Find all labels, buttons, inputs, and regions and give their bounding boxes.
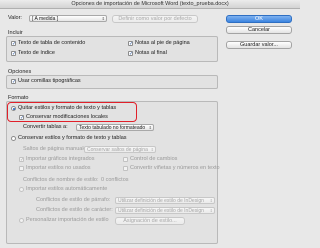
index-text-checkbox[interactable]: ✓ (11, 51, 16, 57)
manual-breaks-value: Conservar saltos de página (87, 147, 148, 153)
keep-styles-radio[interactable] (11, 136, 16, 141)
conflicts-label: Conflictos de nombre de estilo: (23, 177, 99, 183)
remove-styles-radio[interactable] (11, 106, 16, 111)
chevron-updown-icon: ⇕ (148, 125, 152, 130)
window-title: Opciones de importación de Microsoft Wor… (0, 0, 300, 9)
track-changes-label: Control de cambios (130, 156, 178, 162)
chevron-updown-icon: ⇕ (101, 16, 105, 21)
ok-button[interactable]: OK (226, 15, 292, 23)
chevron-updown-icon: ⇕ (209, 208, 213, 213)
manual-breaks-label: Saltos de página manuales: (23, 146, 91, 152)
curly-quotes-checkbox[interactable]: ✓ (11, 79, 16, 85)
toc-text-checkbox[interactable]: ✓ (11, 41, 16, 47)
preset-select[interactable]: [ A medida ] ⇕ (29, 15, 107, 22)
convert-bullets-checkbox[interactable] (123, 166, 128, 171)
keep-local-label: Conservar modificaciones locales (26, 114, 108, 120)
convert-tables-select[interactable]: Texto tabulado no formateado ⇕ (76, 124, 154, 131)
import-graphics-label: Importar gráficos integrados (26, 156, 95, 162)
style-assignment-button[interactable]: Asignación de estilo... (115, 217, 185, 225)
conflicts-value: 0 conflictos (101, 177, 129, 183)
auto-import-radio[interactable] (19, 187, 24, 192)
chevron-updown-icon: ⇕ (150, 147, 154, 152)
save-preset-button[interactable]: Guardar valor... (226, 41, 292, 49)
curly-quotes-label: Usar comillas tipográficas (18, 78, 81, 84)
preset-select-value: [ A medida ] (32, 16, 59, 22)
char-conflicts-label: Conflictos de estilo de carácter: (36, 207, 113, 213)
toc-text-label: Texto de tabla de contenido (18, 40, 86, 46)
endnotes-label: Notas al final (135, 50, 167, 56)
chevron-updown-icon: ⇕ (209, 198, 213, 203)
convert-bullets-label: Convertir viñetas y números en texto (130, 165, 220, 171)
para-conflicts-value: Utilizar definición de estilo de InDesig… (118, 198, 204, 204)
track-changes-checkbox[interactable] (123, 157, 128, 162)
index-text-label: Texto de índice (18, 50, 55, 56)
custom-import-radio[interactable] (19, 218, 24, 223)
remove-styles-label: Quitar estilos y formato de texto y tabl… (18, 105, 117, 111)
unused-styles-checkbox[interactable] (19, 166, 24, 171)
char-conflicts-select[interactable]: Utilizar definición de estilo de InDesig… (115, 207, 215, 214)
import-options-dialog: Valor: [ A medida ] ⇕ Definir como valor… (0, 9, 300, 248)
import-graphics-checkbox[interactable]: ✓ (19, 157, 24, 163)
preset-label: Valor: (8, 15, 22, 21)
custom-import-label: Personalizar importación de estilo (26, 217, 109, 223)
cancel-button[interactable]: Cancelar (226, 26, 292, 34)
endnotes-checkbox[interactable]: ✓ (128, 51, 133, 57)
footnotes-checkbox[interactable]: ✓ (128, 41, 133, 47)
unused-styles-label: Importar estilos no usados (26, 165, 91, 171)
footnotes-label: Notas al pie de página (135, 40, 190, 46)
convert-tables-value: Texto tabulado no formateado (79, 125, 146, 131)
define-default-button[interactable]: Definir como valor por defecto (112, 15, 198, 23)
manual-breaks-select[interactable]: Conservar saltos de página ⇕ (84, 146, 156, 153)
convert-tables-label: Convertir tablas a: (23, 124, 68, 130)
para-conflicts-select[interactable]: Utilizar definición de estilo de InDesig… (115, 197, 215, 204)
para-conflicts-label: Conflictos de estilo de párrafo: (36, 197, 111, 203)
keep-local-checkbox[interactable]: ✓ (19, 115, 24, 121)
char-conflicts-value: Utilizar definición de estilo de InDesig… (118, 208, 204, 214)
keep-styles-label: Conservar estilos y formato de texto y t… (18, 135, 127, 141)
auto-import-label: Importar estilos automáticamente (26, 186, 108, 192)
